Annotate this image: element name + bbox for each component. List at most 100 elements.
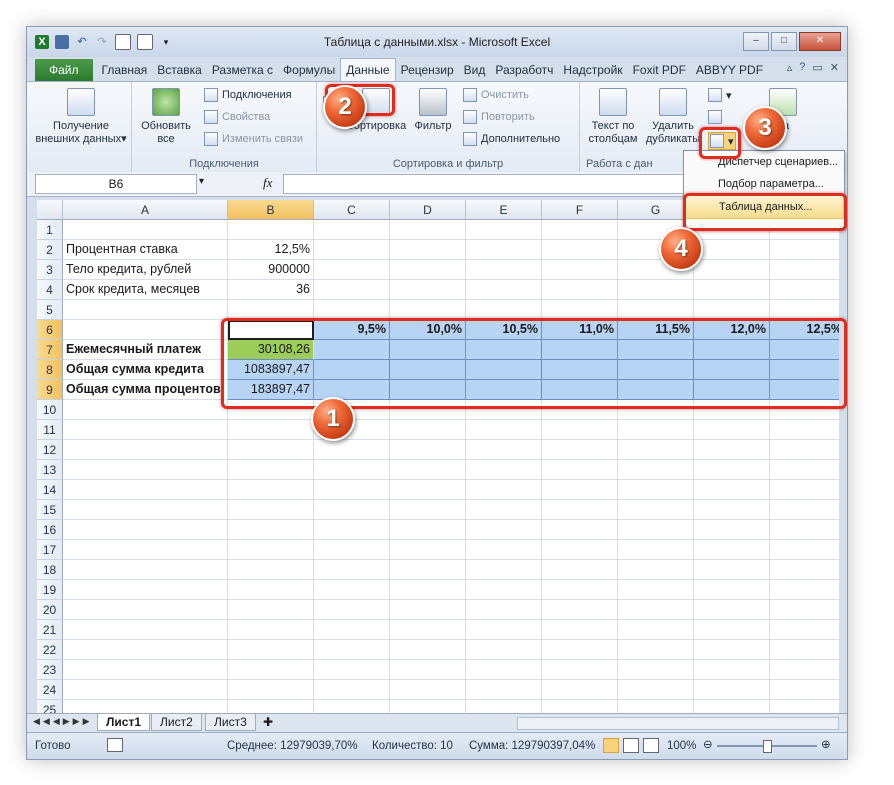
cell-d15[interactable] [390, 500, 466, 520]
cell-f1[interactable] [542, 220, 618, 240]
cell-f15[interactable] [542, 500, 618, 520]
cell-e22[interactable] [466, 640, 542, 660]
cell-e15[interactable] [466, 500, 542, 520]
cell-f4[interactable] [542, 280, 618, 300]
cell-f19[interactable] [542, 580, 618, 600]
reapply-button[interactable]: Повторить [463, 110, 535, 124]
cell-c22[interactable] [314, 640, 390, 660]
column-header-c[interactable]: C [314, 200, 390, 220]
name-box-dropdown-icon[interactable]: ▾ [199, 176, 204, 187]
cell-g6[interactable]: 11,5% [618, 320, 694, 340]
cell-e12[interactable] [466, 440, 542, 460]
data-validation-button[interactable]: ▾ [708, 88, 732, 102]
cell-h3[interactable] [694, 260, 770, 280]
cell-g5[interactable] [618, 300, 694, 320]
cell-c5[interactable] [314, 300, 390, 320]
cell-i17[interactable] [770, 540, 839, 560]
cell-f9[interactable] [542, 380, 618, 400]
row-header-9[interactable]: 9 [37, 380, 63, 400]
cell-b20[interactable] [228, 600, 314, 620]
cell-g15[interactable] [618, 500, 694, 520]
cell-c4[interactable] [314, 280, 390, 300]
cell-e20[interactable] [466, 600, 542, 620]
cell-g7[interactable] [618, 340, 694, 360]
cell-i12[interactable] [770, 440, 839, 460]
cell-a8[interactable]: Общая сумма кредита [63, 360, 228, 380]
advanced-filter-button[interactable]: Дополнительно [463, 132, 560, 146]
row-header-3[interactable]: 3 [37, 260, 63, 280]
cell-g4[interactable] [618, 280, 694, 300]
cell-i9[interactable] [770, 380, 839, 400]
cell-h24[interactable] [694, 680, 770, 700]
row-header-11[interactable]: 11 [37, 420, 63, 440]
zoom-out-icon[interactable]: ⊖ [703, 737, 713, 751]
cell-c16[interactable] [314, 520, 390, 540]
tab-page-layout[interactable]: Разметка с [207, 59, 278, 81]
cell-d4[interactable] [390, 280, 466, 300]
restore-workbook-icon[interactable]: ▭ [812, 61, 822, 74]
cell-i24[interactable] [770, 680, 839, 700]
cell-f21[interactable] [542, 620, 618, 640]
cell-b14[interactable] [228, 480, 314, 500]
row-header-24[interactable]: 24 [37, 680, 63, 700]
row-header-4[interactable]: 4 [37, 280, 63, 300]
cell-e19[interactable] [466, 580, 542, 600]
cell-e23[interactable] [466, 660, 542, 680]
cell-a15[interactable] [63, 500, 228, 520]
cell-g21[interactable] [618, 620, 694, 640]
cell-a12[interactable] [63, 440, 228, 460]
name-box[interactable]: B6 [35, 174, 197, 194]
cell-c1[interactable] [314, 220, 390, 240]
tab-developer[interactable]: Разработч [490, 59, 558, 81]
cell-d11[interactable] [390, 420, 466, 440]
tab-view[interactable]: Вид [459, 59, 491, 81]
cell-e3[interactable] [466, 260, 542, 280]
cell-a3[interactable]: Тело кредита, рублей [63, 260, 228, 280]
cell-i20[interactable] [770, 600, 839, 620]
cell-e17[interactable] [466, 540, 542, 560]
cell-a5[interactable] [63, 300, 228, 320]
cell-f22[interactable] [542, 640, 618, 660]
cell-h4[interactable] [694, 280, 770, 300]
cell-a20[interactable] [63, 600, 228, 620]
close-workbook-icon[interactable]: ✕ [830, 61, 839, 74]
cell-g24[interactable] [618, 680, 694, 700]
cell-d23[interactable] [390, 660, 466, 680]
sheet-tab-3[interactable]: Лист3 [205, 714, 256, 731]
cell-f6[interactable]: 11,0% [542, 320, 618, 340]
filter-button[interactable]: Фильтр [409, 88, 457, 133]
cell-f24[interactable] [542, 680, 618, 700]
cell-c2[interactable] [314, 240, 390, 260]
cell-f2[interactable] [542, 240, 618, 260]
cell-i5[interactable] [770, 300, 839, 320]
cell-c3[interactable] [314, 260, 390, 280]
cell-c21[interactable] [314, 620, 390, 640]
cell-h8[interactable] [694, 360, 770, 380]
cell-c14[interactable] [314, 480, 390, 500]
tab-foxit-pdf[interactable]: Foxit PDF [628, 59, 691, 81]
cell-h14[interactable] [694, 480, 770, 500]
column-header-e[interactable]: E [466, 200, 542, 220]
cell-d5[interactable] [390, 300, 466, 320]
row-header-18[interactable]: 18 [37, 560, 63, 580]
cell-i11[interactable] [770, 420, 839, 440]
cell-c7[interactable] [314, 340, 390, 360]
cell-g11[interactable] [618, 420, 694, 440]
connections-button[interactable]: Подключения [204, 88, 292, 102]
refresh-all-button[interactable]: Обновить все [136, 88, 196, 146]
column-header-f[interactable]: F [542, 200, 618, 220]
cell-h12[interactable] [694, 440, 770, 460]
cell-a14[interactable] [63, 480, 228, 500]
cell-b3[interactable]: 900000 [228, 260, 314, 280]
cell-i16[interactable] [770, 520, 839, 540]
cell-a23[interactable] [63, 660, 228, 680]
cell-c24[interactable] [314, 680, 390, 700]
worksheet-grid[interactable]: ABCDEFGHI12Процентная ставка12,5%3Тело к… [37, 200, 839, 728]
text-to-columns-button[interactable]: Текст по столбцам [584, 88, 642, 146]
cell-e9[interactable] [466, 380, 542, 400]
sheet-nav-arrows-icon[interactable]: ◀◀◀▶▶▶ [33, 716, 93, 727]
tab-insert[interactable]: Вставка [152, 59, 207, 81]
row-header-21[interactable]: 21 [37, 620, 63, 640]
cell-h15[interactable] [694, 500, 770, 520]
cell-d8[interactable] [390, 360, 466, 380]
